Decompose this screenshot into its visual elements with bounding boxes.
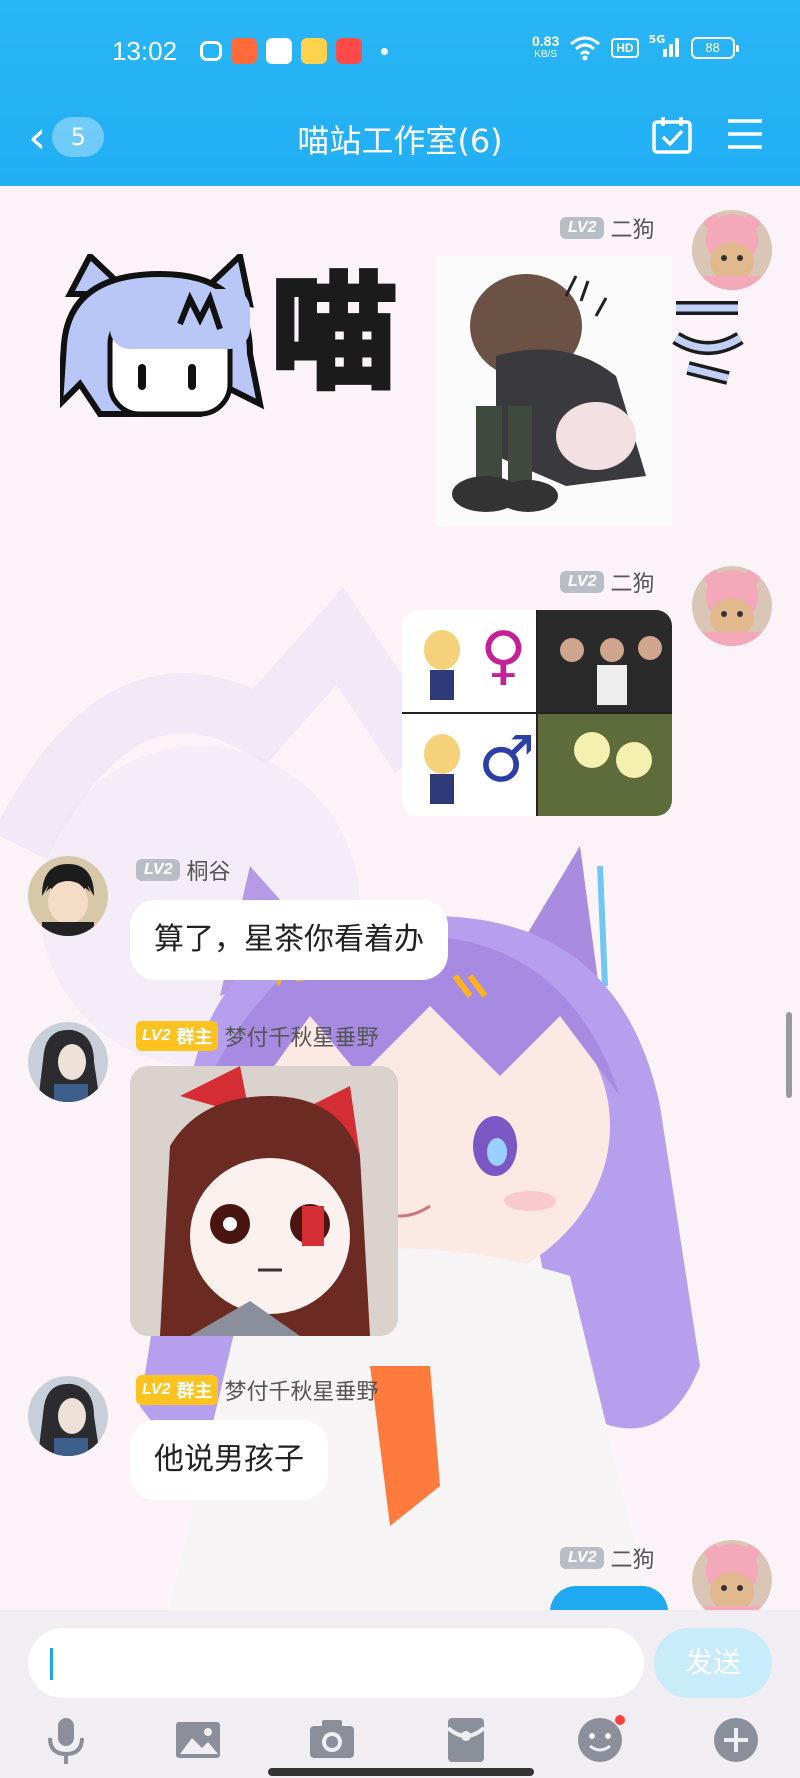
- sticker-partial-char: [672, 301, 744, 385]
- avatar[interactable]: [28, 856, 108, 936]
- notification-icons: [200, 38, 388, 64]
- outgoing-message-bubble[interactable]: [550, 1586, 668, 1610]
- hamburger-menu-icon[interactable]: [726, 118, 764, 150]
- cat-avatar-image: [692, 1540, 772, 1610]
- level-badge: LV2: [560, 1547, 605, 1569]
- avatar[interactable]: [692, 566, 772, 646]
- cat-avatar-image: [692, 566, 772, 646]
- emoji-icon[interactable]: [574, 1714, 626, 1766]
- image-icon[interactable]: [172, 1714, 224, 1766]
- sad-girl-sticker[interactable]: [436, 256, 672, 526]
- long-hair-avatar-image: [28, 1022, 108, 1102]
- unread-badge: 5: [52, 117, 105, 157]
- net-speed: 0.83 KB/S: [532, 33, 560, 60]
- boy-avatar-image: [28, 856, 108, 936]
- male-symbol: ♂: [478, 723, 536, 797]
- status-bar: 13:02 0.83 KB/S HD 5G 88: [0, 30, 800, 76]
- avatar[interactable]: [28, 1376, 108, 1456]
- microphone-icon[interactable]: [40, 1714, 92, 1766]
- calendar-check-icon[interactable]: [652, 116, 692, 154]
- red-packet-icon[interactable]: [440, 1714, 492, 1766]
- sender-name: 桐谷: [186, 860, 231, 885]
- sender-row: LV2 二狗: [560, 212, 654, 244]
- app-red-icon: [231, 38, 257, 64]
- video-play-icon: [336, 38, 362, 64]
- sad-girl-image: [436, 256, 672, 526]
- back-button[interactable]: ‹ 5: [28, 112, 118, 162]
- text-message-bubble[interactable]: 算了，星茶你看着办: [130, 900, 448, 980]
- meme-grid-image: [402, 610, 672, 816]
- sticker-main-char: 喵: [269, 261, 399, 407]
- chevron-left-icon: ‹: [28, 110, 47, 164]
- app-yellow-icon: [301, 38, 327, 64]
- owner-badge: LV2 群主: [136, 1375, 219, 1405]
- sender-name: 二狗: [610, 1548, 655, 1573]
- sender-row: LV2 二狗: [560, 1542, 654, 1574]
- long-hair-avatar-image: [28, 1376, 108, 1456]
- sender-name: 梦付千秋星垂野: [224, 1380, 379, 1405]
- header: 13:02 0.83 KB/S HD 5G 88 ‹ 5 喵站工作室(6): [0, 0, 800, 186]
- level-badge: LV2: [136, 859, 181, 881]
- chat-area[interactable]: LV2 二狗 喵 LV2 二狗 ♀ ♂ LV2 桐谷 算了，星茶你看着办 LV2…: [0, 186, 800, 1610]
- level-badge: LV2: [560, 571, 605, 593]
- send-button[interactable]: 发送: [654, 1628, 772, 1698]
- plus-icon[interactable]: [710, 1714, 762, 1766]
- meme-image-message[interactable]: ♀ ♂: [402, 610, 672, 816]
- wifi-icon: [570, 36, 601, 61]
- more-notifications-icon: [381, 47, 388, 55]
- status-right: 0.83 KB/S HD 5G 88: [532, 33, 739, 62]
- hd-icon: HD: [611, 38, 639, 58]
- message-input[interactable]: [28, 1628, 644, 1698]
- input-toolbar: [0, 1714, 800, 1770]
- status-time: 13:02: [112, 36, 178, 66]
- chat-scrollbar[interactable]: [786, 1012, 792, 1098]
- text-message-bubble[interactable]: 他说男孩子: [130, 1420, 328, 1500]
- sender-name: 二狗: [610, 218, 655, 243]
- bilibili-tv-icon: [200, 41, 222, 61]
- owner-badge: LV2 群主: [136, 1021, 219, 1051]
- female-symbol: ♀: [480, 619, 527, 693]
- sender-row: LV2 群主 梦付千秋星垂野: [136, 1374, 378, 1406]
- sender-row: LV2 桐谷: [136, 854, 230, 886]
- battery-icon: 88: [690, 37, 739, 59]
- reimu-sticker-message[interactable]: [130, 1066, 398, 1336]
- sender-row: LV2 群主 梦付千秋星垂野: [136, 1020, 378, 1052]
- app-blue-icon: [266, 38, 292, 64]
- level-badge: LV2: [560, 217, 605, 239]
- sender-row: LV2 二狗: [560, 566, 654, 598]
- camera-icon[interactable]: [306, 1714, 358, 1766]
- text-cursor: [50, 1648, 53, 1680]
- signal-icon: 5G: [649, 33, 681, 61]
- sender-name: 梦付千秋星垂野: [224, 1026, 379, 1051]
- avatar[interactable]: [692, 1540, 772, 1610]
- reimu-sticker-image: [130, 1066, 398, 1336]
- home-indicator[interactable]: [268, 1768, 534, 1776]
- sender-name: 二狗: [610, 572, 655, 597]
- avatar[interactable]: [28, 1022, 108, 1102]
- input-bar: 发送: [0, 1610, 800, 1778]
- chat-title: 喵站工作室(6): [297, 122, 503, 160]
